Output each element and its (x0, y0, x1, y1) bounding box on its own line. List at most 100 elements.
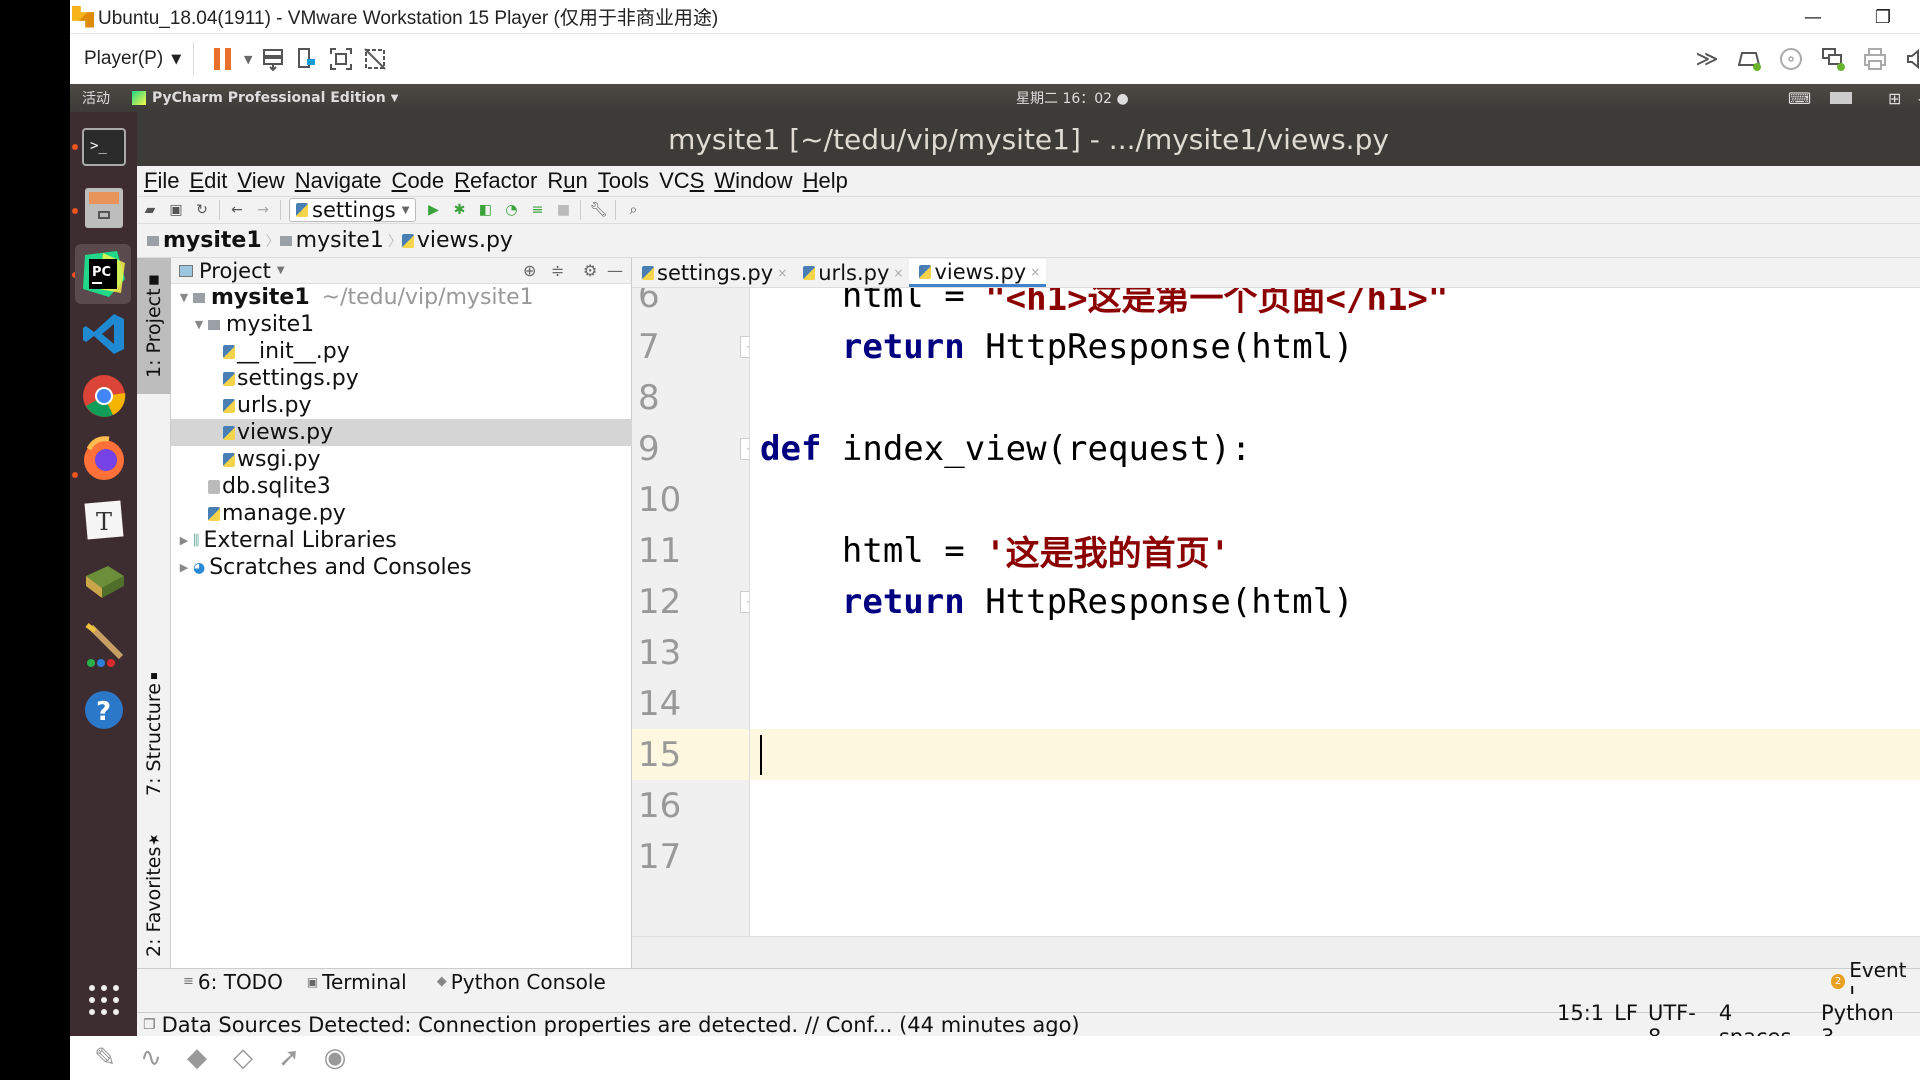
fullscreen-icon[interactable] (324, 42, 358, 76)
player-dropdown-icon[interactable]: ▼ (171, 52, 181, 67)
profile-icon[interactable]: ◔ (498, 198, 524, 222)
menu-edit[interactable]: Edit (189, 168, 227, 194)
coverage-icon[interactable]: ◧ (472, 198, 498, 222)
locate-icon[interactable]: ⊕ (523, 261, 536, 280)
tab-project[interactable]: 1: Project ■ (137, 258, 171, 394)
stop-icon[interactable]: ■ (550, 198, 576, 222)
tab-terminal[interactable]: Terminal (322, 970, 407, 994)
tree-item[interactable]: views.py (171, 419, 632, 446)
tree-item[interactable]: db.sqlite3 (171, 473, 632, 500)
pen-icon[interactable]: ✎ (82, 1038, 128, 1078)
project-view-select[interactable]: Project (199, 259, 271, 283)
tree-item[interactable]: ▶ ⫼ External Libraries (171, 527, 632, 554)
dock-firefox[interactable] (78, 432, 130, 484)
menu-refactor[interactable]: Refactor (454, 168, 537, 194)
menu-tools[interactable]: Tools (598, 168, 649, 194)
dock-paint[interactable] (78, 620, 130, 672)
tab-python-console[interactable]: Python Console (451, 970, 606, 994)
network-status-icon[interactable]: ⊞ (1888, 89, 1901, 108)
sound-icon[interactable] (1900, 42, 1920, 76)
status-toggle-icon[interactable]: ❐ (143, 1017, 156, 1033)
dock-books[interactable] (78, 556, 130, 608)
tab-favorites[interactable]: 2: Favorites ★ (137, 826, 171, 962)
network-icon[interactable] (1816, 42, 1850, 76)
fill-icon[interactable]: ◆ (174, 1038, 220, 1078)
show-applications-icon[interactable] (78, 974, 130, 1026)
tab-views-py[interactable]: views.py × (909, 259, 1047, 287)
fold-marker-icon[interactable]: − (740, 591, 749, 613)
pointer-icon[interactable]: ➚ (266, 1038, 312, 1078)
tab-urls-py[interactable]: urls.py × (793, 259, 909, 287)
run-icon[interactable]: ▶ (420, 198, 446, 222)
expand-arrow-right-icon[interactable]: ▶ (177, 561, 191, 574)
breadcrumb-item[interactable]: views.py (417, 228, 513, 253)
tree-item[interactable]: settings.py (171, 365, 632, 392)
expand-arrow-down-icon[interactable]: ▼ (192, 318, 206, 331)
forward-icon[interactable]: → (250, 198, 276, 222)
dock-terminal[interactable]: >_ (78, 121, 130, 173)
sync-icon[interactable]: ↻ (189, 198, 215, 222)
curve-icon[interactable]: ∿ (128, 1038, 174, 1078)
debug-icon[interactable]: ✱ (446, 198, 472, 222)
pause-icon[interactable] (206, 42, 240, 76)
run-configuration-select[interactable]: settings ▼ (289, 198, 417, 222)
expand-arrow-right-icon[interactable]: ▶ (177, 534, 191, 547)
activities-button[interactable]: 活动 (82, 88, 110, 108)
menu-file[interactable]: File (144, 168, 179, 194)
menu-code[interactable]: Code (392, 168, 445, 194)
keyboard-icon[interactable]: ⌨ (1788, 89, 1811, 108)
gear-icon[interactable]: ⚙ (583, 261, 597, 280)
menu-window[interactable]: Window (714, 168, 792, 194)
cd-icon[interactable] (1774, 42, 1808, 76)
dock-files[interactable] (78, 182, 130, 234)
tree-item[interactable]: urls.py (171, 392, 632, 419)
eraser-icon[interactable]: ◇ (220, 1038, 266, 1078)
tab-structure[interactable]: 7: Structure ▪ (137, 668, 171, 798)
dock-help[interactable]: ? (78, 684, 130, 736)
dock-pycharm[interactable]: PC (75, 244, 131, 304)
tree-item[interactable]: wsgi.py (171, 446, 632, 473)
hard-disk-icon[interactable] (1732, 42, 1766, 76)
tree-item[interactable]: __init__.py (171, 338, 632, 365)
printer-icon[interactable] (1858, 42, 1892, 76)
save-icon[interactable]: ▣ (163, 198, 189, 222)
tab-todo[interactable]: 6: TODO (198, 970, 283, 994)
record-icon[interactable]: ◉ (312, 1038, 358, 1078)
breadcrumb-item[interactable]: mysite1 (163, 228, 262, 253)
pause-dropdown-icon[interactable]: ▼ (240, 42, 256, 76)
search-icon[interactable]: ⌕ (620, 198, 646, 222)
fold-marker-icon[interactable]: − (740, 438, 749, 460)
tree-item[interactable]: ▶ ◕ Scratches and Consoles (171, 554, 632, 581)
dock-vscode[interactable] (78, 308, 130, 360)
app-menu[interactable]: PyCharm Professional Edition ▼ (132, 90, 398, 106)
menu-help[interactable]: Help (803, 168, 848, 194)
tree-item[interactable]: ▼ mysite1 (171, 311, 632, 338)
close-icon[interactable]: × (893, 266, 903, 280)
back-icon[interactable]: ← (224, 198, 250, 222)
dock-typora[interactable]: T (78, 494, 130, 546)
restore-button[interactable]: ❐ (1860, 0, 1906, 34)
input-method-icon[interactable] (1830, 92, 1852, 104)
tab-settings-py[interactable]: settings.py × (632, 259, 793, 287)
collapse-all-icon[interactable]: ≑ (551, 261, 564, 280)
menu-run[interactable]: Run (547, 168, 587, 194)
unity-icon[interactable] (358, 42, 392, 76)
breadcrumb-item[interactable]: mysite1 (296, 228, 384, 253)
menu-navigate[interactable]: Navigate (295, 168, 382, 194)
clock[interactable]: 星期二 16：02 ● (1016, 88, 1129, 108)
settings-wrench-icon[interactable]: 🔧︎ (585, 198, 611, 222)
chevron-down-icon[interactable]: ▼ (277, 265, 285, 276)
menu-vcs[interactable]: VCS (659, 168, 704, 194)
tree-item[interactable]: manage.py (171, 500, 632, 527)
status-message[interactable]: Data Sources Detected: Connection proper… (162, 1013, 1080, 1037)
code-editor[interactable]: html = "<h1>这是第一个页面</h1>" return HttpRes… (750, 288, 1920, 936)
menu-view[interactable]: View (237, 168, 284, 194)
minimize-button[interactable]: — (1790, 0, 1836, 34)
tree-item[interactable]: ▼ mysite1 ~/tedu/vip/mysite1 (171, 284, 632, 311)
close-icon[interactable]: × (777, 266, 787, 280)
more-icon[interactable]: ≫ (1690, 42, 1724, 76)
close-icon[interactable]: × (1030, 265, 1040, 279)
hide-icon[interactable]: — (607, 261, 623, 280)
expand-arrow-down-icon[interactable]: ▼ (177, 291, 191, 304)
dock-chrome[interactable] (78, 370, 130, 422)
